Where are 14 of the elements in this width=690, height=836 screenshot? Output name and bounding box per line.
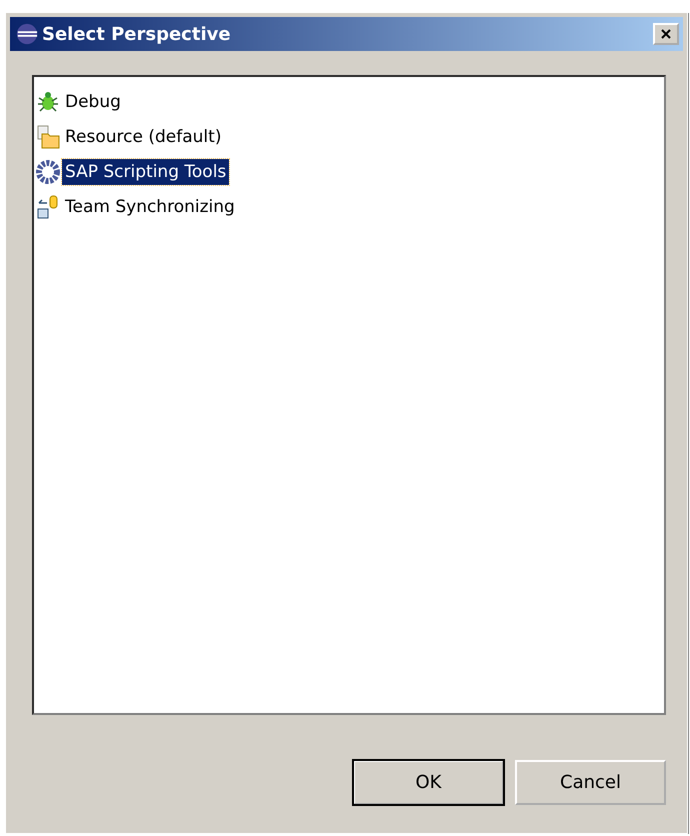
list-item[interactable]: Debug bbox=[62, 88, 124, 114]
folder-icon bbox=[36, 124, 60, 148]
list-item[interactable]: Team Synchronizing bbox=[62, 194, 238, 220]
close-button[interactable] bbox=[653, 23, 679, 45]
cancel-button[interactable]: Cancel bbox=[515, 760, 666, 805]
list-item[interactable]: Resource (default) bbox=[62, 124, 224, 150]
sync-icon bbox=[36, 194, 60, 218]
list-item[interactable]: SAP Scripting Tools bbox=[62, 158, 230, 184]
close-icon bbox=[660, 28, 672, 40]
gear-icon bbox=[36, 160, 60, 184]
bug-icon bbox=[36, 90, 60, 114]
window-title: Select Perspective bbox=[42, 24, 232, 44]
ok-button[interactable]: OK bbox=[353, 760, 504, 805]
sphere-icon bbox=[16, 23, 38, 45]
